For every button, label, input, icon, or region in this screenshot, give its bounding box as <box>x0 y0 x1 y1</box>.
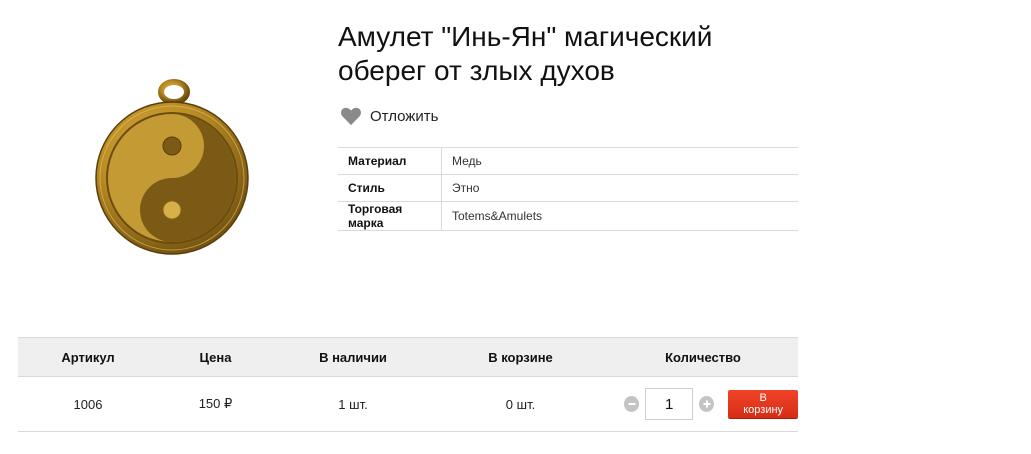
header-price: Цена <box>158 337 273 377</box>
property-name: Материал <box>338 147 442 175</box>
quantity-plus-button[interactable] <box>699 396 715 412</box>
cell-stock: 1 шт. <box>273 376 433 432</box>
property-name: Стиль <box>338 174 442 202</box>
property-value: Этно <box>441 174 798 202</box>
add-to-cart-button[interactable]: В корзину <box>728 390 798 418</box>
header-quantity: Количество <box>608 337 798 377</box>
offers-table: Артикул Цена В наличии В корзине Количес… <box>18 337 798 432</box>
cell-in-cart: 0 шт. <box>433 376 608 432</box>
property-row: Материал Медь <box>338 147 798 175</box>
property-value: Totems&Amulets <box>441 201 798 231</box>
wishlist-button[interactable]: Отложить <box>340 106 438 126</box>
heart-icon <box>341 107 361 126</box>
minus-icon <box>628 403 636 405</box>
plus-icon <box>703 400 711 408</box>
wishlist-label: Отложить <box>370 107 439 125</box>
page-title-line2: оберег от злых духов <box>338 55 615 86</box>
quantity-minus-button[interactable] <box>624 396 640 412</box>
cell-quantity: В корзину <box>608 376 798 432</box>
property-row: Торговая марка Totems&Amulets <box>338 201 798 231</box>
properties-table: Материал Медь Стиль Этно Торговая марка … <box>338 147 798 231</box>
product-image[interactable] <box>92 78 252 258</box>
quantity-stepper: В корзину <box>608 388 798 420</box>
table-row: 1006 150 ₽ 1 шт. 0 шт. В корзину <box>18 376 798 432</box>
header-in-cart: В корзине <box>433 337 608 377</box>
property-value: Медь <box>441 147 798 175</box>
cell-article: 1006 <box>18 376 158 432</box>
header-article: Артикул <box>18 337 158 377</box>
offers-header-row: Артикул Цена В наличии В корзине Количес… <box>18 337 798 377</box>
header-stock: В наличии <box>273 337 433 377</box>
page-title-line1: Амулет "Инь-Ян" магический <box>338 21 713 52</box>
property-name: Торговая марка <box>338 201 442 231</box>
page-title: Амулет "Инь-Ян" магический оберег от злы… <box>338 20 798 88</box>
cell-price: 150 ₽ <box>158 376 273 432</box>
yin-yang-amulet-icon <box>95 79 249 255</box>
quantity-input[interactable] <box>645 388 694 420</box>
property-row: Стиль Этно <box>338 174 798 202</box>
